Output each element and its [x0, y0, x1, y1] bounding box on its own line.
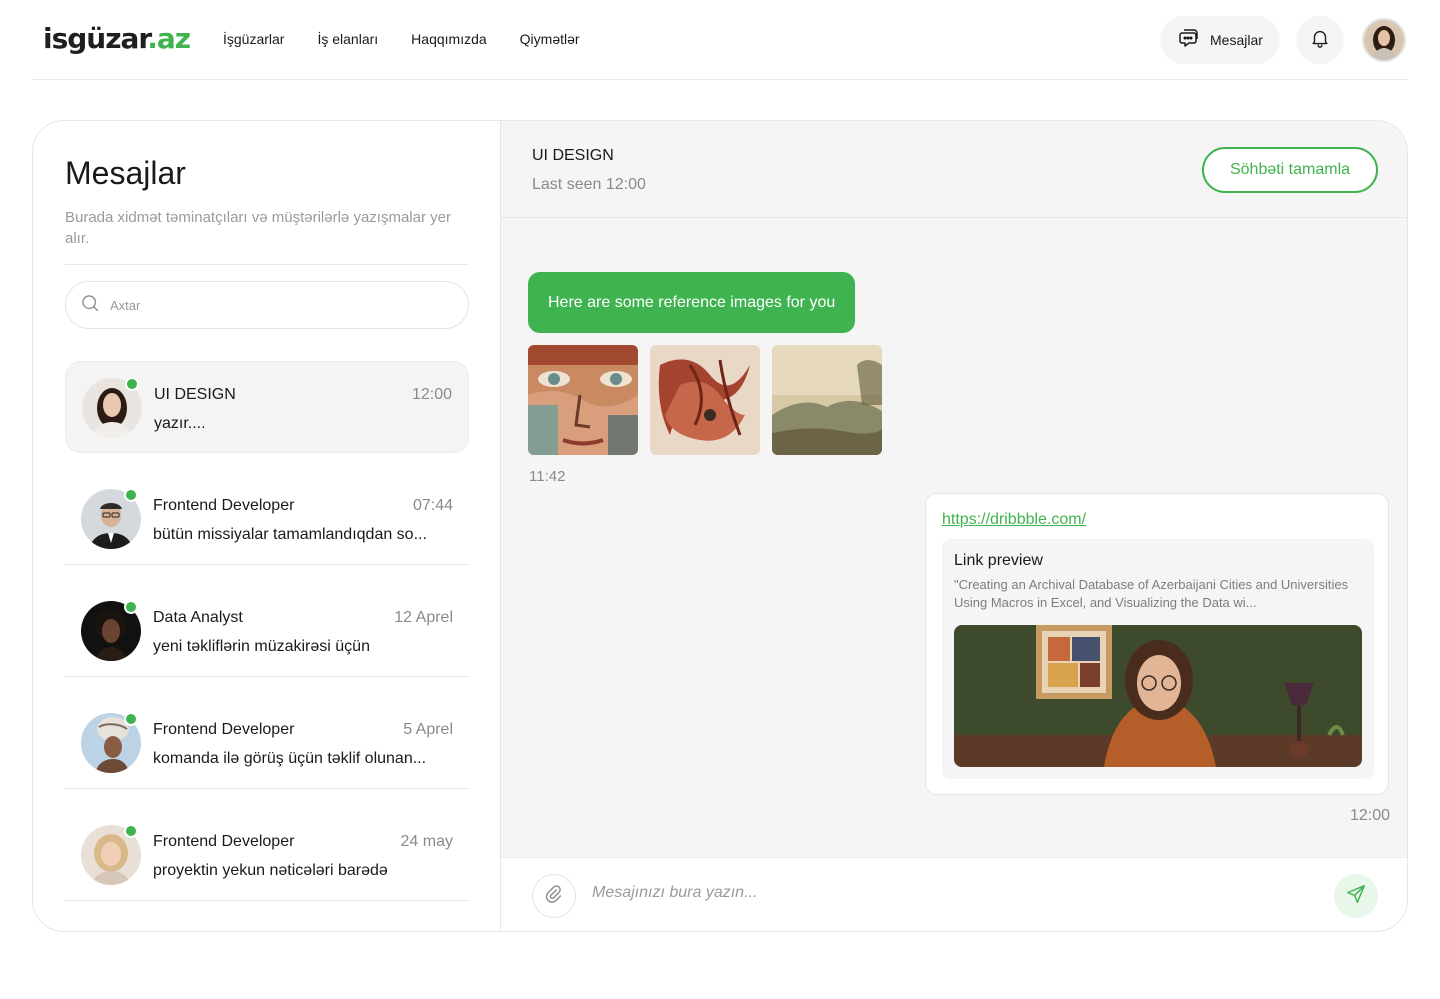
online-indicator	[124, 712, 138, 726]
notifications-button[interactable]	[1296, 16, 1344, 64]
online-indicator	[125, 377, 139, 391]
send-icon	[1345, 883, 1367, 910]
conversation-item[interactable]: Data Analyst 12 Aprel yeni təkliflərin m…	[65, 585, 469, 677]
conversation-time: 24 may	[400, 833, 453, 850]
attachment-image[interactable]	[772, 345, 882, 455]
message-link[interactable]: https://dribbble.com/	[942, 511, 1086, 529]
conversation-item[interactable]: Frontend Developer 5 Aprel komanda ilə g…	[65, 697, 469, 789]
search-input[interactable]	[110, 297, 410, 313]
chat-header: UI DESIGN Last seen 12:00 Söhbəti tamaml…	[501, 121, 1407, 218]
search-box[interactable]	[65, 281, 469, 329]
chat-panel: UI DESIGN Last seen 12:00 Söhbəti tamaml…	[501, 121, 1407, 931]
messages-button[interactable]: Mesajlar	[1160, 16, 1280, 64]
online-indicator	[124, 600, 138, 614]
last-seen: Last seen 12:00	[532, 176, 646, 193]
conversation-name: Frontend Developer	[153, 721, 295, 738]
search-icon	[80, 293, 100, 318]
conversation-item-ui-design[interactable]: UI DESIGN 12:00 yazır....	[65, 361, 469, 453]
conversation-time: 5 Aprel	[403, 721, 453, 738]
attach-button[interactable]	[532, 874, 576, 918]
conversation-time: 12:00	[411, 386, 452, 403]
chat-title: UI DESIGN	[532, 147, 614, 164]
send-button[interactable]	[1334, 874, 1378, 918]
conversation-item[interactable]: Frontend Developer 24 may proyektin yeku…	[65, 809, 469, 901]
link-preview[interactable]: Link preview "Creating an Archival Datab…	[942, 539, 1374, 779]
logo[interactable]: isgüzar.az	[43, 22, 191, 55]
message-input[interactable]	[592, 884, 1292, 902]
divider	[65, 264, 468, 265]
paperclip-icon	[543, 883, 565, 910]
online-indicator	[124, 488, 138, 502]
message-composer	[501, 857, 1407, 931]
nav-link-isguzarlar[interactable]: İşgüzarlar	[223, 31, 284, 47]
conversation-preview: komanda ilə görüş üçün təklif olunan...	[153, 750, 427, 767]
main-nav: İşgüzarlar İş elanları Haqqımızda Qiymət…	[223, 31, 580, 47]
top-header: isgüzar.az İşgüzarlar İş elanları Haqqım…	[32, 0, 1408, 80]
link-preview-image	[954, 625, 1362, 767]
chat-bubbles-icon	[1176, 27, 1200, 54]
message-time: 12:00	[1349, 807, 1390, 824]
conversation-name: UI DESIGN	[154, 386, 236, 403]
page-title: Mesajlar	[65, 155, 186, 191]
end-conversation-button[interactable]: Söhbəti tamamla	[1202, 147, 1378, 193]
conversation-preview: proyektin yekun nəticələri barədə	[153, 862, 388, 879]
conversation-time: 12 Aprel	[394, 609, 453, 626]
logo-tld: az	[156, 22, 191, 55]
nav-link-haqqimizda[interactable]: Haqqımızda	[411, 31, 486, 47]
logo-dot: .	[147, 22, 158, 55]
link-preview-title: Link preview	[954, 552, 1043, 569]
conversation-name: Frontend Developer	[153, 833, 295, 850]
page-subtitle: Burada xidmət təminatçıları və müştərilə…	[65, 209, 451, 247]
message-time: 11:42	[529, 468, 566, 485]
messages-card: Mesajlar Burada xidmət təminatçıları və …	[32, 120, 1408, 932]
messages-button-label: Mesajlar	[1210, 32, 1263, 48]
link-preview-description: "Creating an Archival Database of Azerba…	[954, 577, 1349, 610]
conversation-name: Frontend Developer	[153, 497, 295, 514]
image-attachments	[528, 345, 882, 455]
conversation-name: Data Analyst	[153, 609, 243, 626]
nav-link-is-elanlari[interactable]: İş elanları	[317, 31, 378, 47]
bell-icon	[1309, 27, 1331, 54]
incoming-message: Here are some reference images for you	[528, 272, 856, 333]
user-avatar[interactable]	[1362, 18, 1406, 62]
conversation-preview: yazır....	[154, 415, 206, 432]
online-indicator	[124, 824, 138, 838]
conversation-item[interactable]: Frontend Developer 07:44 bütün missiyala…	[65, 473, 469, 565]
nav-link-qiymetler[interactable]: Qiymətlər	[520, 31, 580, 47]
conversation-time: 07:44	[412, 497, 453, 514]
conversation-preview: bütün missiyalar tamamlandıqdan so...	[153, 526, 427, 543]
conversation-preview: yeni təkliflərin müzakirəsi üçün	[153, 638, 370, 655]
logo-text: isgüzar	[43, 22, 148, 55]
attachment-image[interactable]	[650, 345, 760, 455]
attachment-image[interactable]	[528, 345, 638, 455]
conversations-panel: Mesajlar Burada xidmət təminatçıları və …	[33, 121, 501, 931]
outgoing-link-message: https://dribbble.com/ Link preview "Crea…	[925, 493, 1389, 795]
